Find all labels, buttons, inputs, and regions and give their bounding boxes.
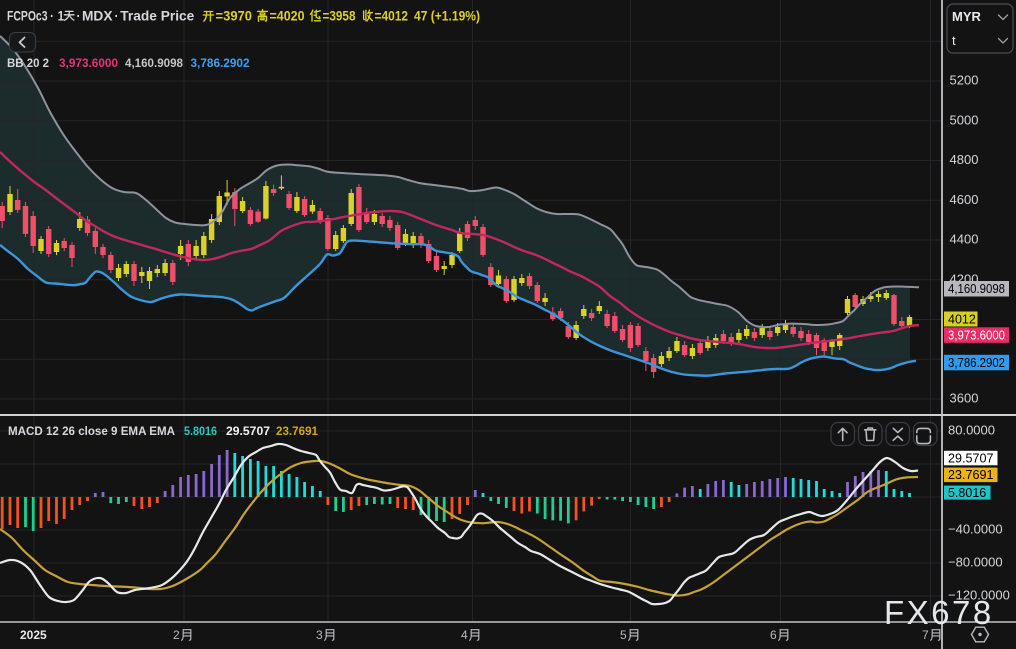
svg-text:MYR: MYR — [952, 9, 982, 24]
svg-text:4800: 4800 — [950, 152, 979, 167]
svg-text:FCPOc3: FCPOc3 — [7, 9, 48, 24]
svg-text:4,160.9098: 4,160.9098 — [948, 282, 1005, 296]
svg-text:23.7691: 23.7691 — [948, 468, 994, 482]
svg-text:4,160.9098: 4,160.9098 — [125, 56, 183, 70]
svg-text:4012: 4012 — [948, 312, 976, 326]
svg-text:2025: 2025 — [20, 628, 47, 642]
svg-text:2: 2 — [173, 628, 180, 642]
svg-text:·: · — [77, 9, 81, 24]
svg-text:5: 5 — [620, 628, 627, 642]
svg-text:t: t — [952, 33, 956, 48]
svg-text:MACD 12 26 close 9 EMA EMA: MACD 12 26 close 9 EMA EMA — [8, 424, 175, 438]
svg-text:3,973.6000: 3,973.6000 — [948, 328, 1005, 342]
svg-text:3: 3 — [316, 628, 323, 642]
svg-text:80.0000: 80.0000 — [948, 423, 995, 438]
svg-text:5000: 5000 — [950, 112, 979, 127]
svg-text:=3970: =3970 — [216, 9, 253, 24]
svg-text:·: · — [115, 9, 119, 24]
svg-text:=3958: =3958 — [323, 9, 356, 24]
svg-text:29.5707: 29.5707 — [226, 424, 270, 438]
svg-text:4: 4 — [461, 628, 468, 642]
svg-text:−40.0000: −40.0000 — [948, 522, 1003, 537]
svg-text:=4020: =4020 — [270, 9, 305, 24]
svg-text:5200: 5200 — [950, 73, 979, 88]
svg-text:3,786.2902: 3,786.2902 — [948, 356, 1005, 370]
svg-text:−80.0000: −80.0000 — [948, 555, 1003, 570]
svg-text:3,973.6000: 3,973.6000 — [59, 56, 118, 70]
svg-text:MDX: MDX — [82, 9, 113, 24]
svg-text:·: · — [50, 9, 54, 24]
svg-text:1: 1 — [58, 9, 65, 24]
svg-text:−120.0000: −120.0000 — [948, 588, 1010, 603]
svg-text:4600: 4600 — [950, 192, 979, 207]
svg-text:3600: 3600 — [950, 391, 979, 406]
svg-text:Trade Price: Trade Price — [120, 9, 194, 24]
svg-text:5.8016: 5.8016 — [948, 486, 986, 500]
svg-text:5.8016: 5.8016 — [184, 424, 217, 438]
svg-text:=4012: =4012 — [375, 9, 409, 24]
svg-text:3,786.2902: 3,786.2902 — [191, 56, 250, 70]
svg-text:4400: 4400 — [950, 232, 979, 247]
svg-text:6: 6 — [770, 628, 777, 642]
svg-text:23.7691: 23.7691 — [276, 424, 318, 438]
svg-text:47 (+1.19%): 47 (+1.19%) — [414, 9, 480, 24]
svg-text:29.5707: 29.5707 — [948, 451, 994, 465]
svg-text:BB 20 2: BB 20 2 — [7, 56, 49, 70]
svg-text:7: 7 — [922, 628, 929, 642]
